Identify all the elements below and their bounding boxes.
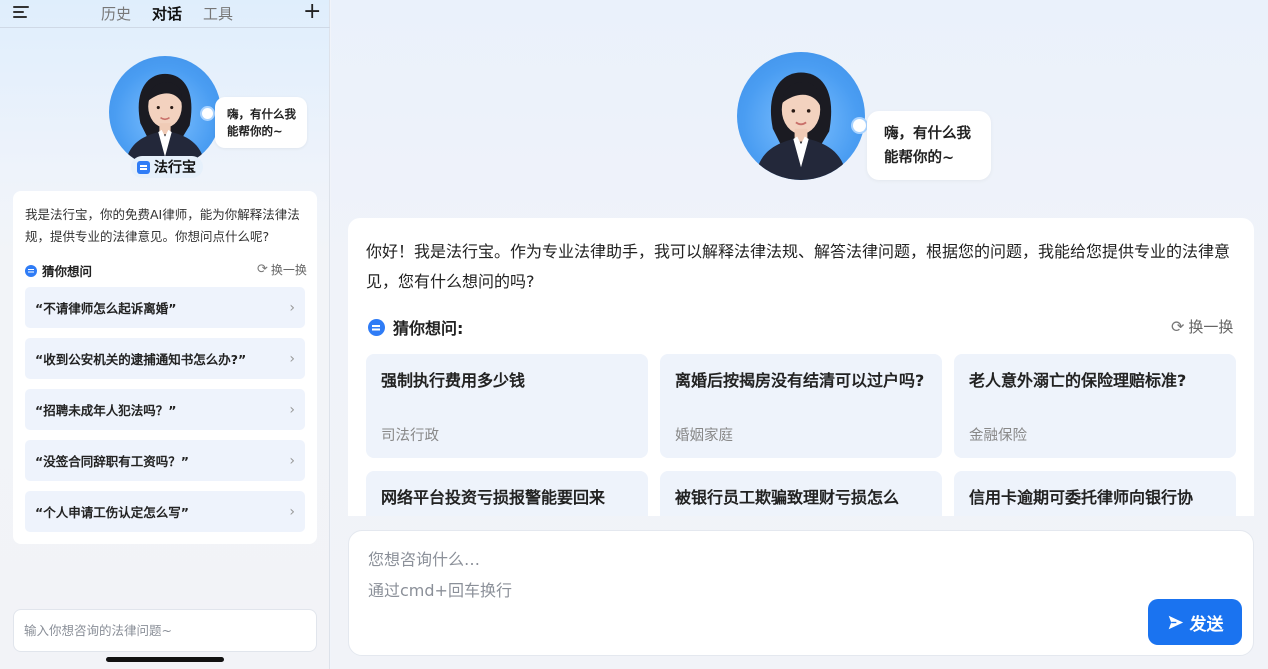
status-dot bbox=[202, 108, 213, 119]
chevron-right-icon: › bbox=[289, 401, 295, 418]
send-icon bbox=[1168, 615, 1183, 629]
new-chat-plus-icon[interactable]: + bbox=[303, 1, 321, 23]
list-item[interactable]: “个人申请工伤认定怎么写” › bbox=[25, 491, 305, 532]
question-card[interactable]: 被银行员工欺骗致理财亏损怎么 bbox=[660, 471, 942, 516]
suggestion-text: “收到公安机关的逮捕通知书怎么办?” bbox=[35, 352, 247, 367]
question-card[interactable]: 离婚后按揭房没有结清可以过户吗? 婚姻家庭 bbox=[660, 354, 942, 458]
suggestion-list: “不请律师怎么起诉离婚” › “收到公安机关的逮捕通知书怎么办?” › “招聘未… bbox=[25, 287, 305, 542]
brand-badge: 法行宝 bbox=[131, 156, 203, 178]
sidebar-topbar: 历史 对话 工具 + bbox=[0, 0, 330, 28]
avatar bbox=[737, 52, 865, 180]
main-panel: 嗨，有什么我能帮你的~ 你好！我是法行宝。作为专业法律助手，我可以解释法律法规、… bbox=[331, 0, 1268, 669]
question-title: 被银行员工欺骗致理财亏损怎么 bbox=[675, 488, 900, 507]
chevron-right-icon: › bbox=[289, 452, 295, 469]
list-item[interactable]: “招聘未成年人犯法吗？” › bbox=[25, 389, 305, 430]
guess-title: 猜你想问 bbox=[42, 264, 93, 279]
compose-placeholder[interactable]: 您想咨询什么… bbox=[368, 546, 480, 570]
brand-name: 法行宝 bbox=[154, 160, 196, 176]
tab-tools[interactable]: 工具 bbox=[203, 3, 233, 24]
sidebar-question-input[interactable] bbox=[13, 609, 317, 652]
refresh-label: 换一换 bbox=[270, 263, 307, 277]
question-title: 网络平台投资亏损报警能要回来 bbox=[381, 488, 606, 507]
question-category: 金融保险 bbox=[969, 428, 1027, 444]
sidebar-panel: 历史 对话 工具 + 嗨，有什么我能帮你的~ 法行宝 我是法行宝，你的免费AI律… bbox=[0, 0, 330, 669]
chevron-right-icon: › bbox=[289, 503, 295, 520]
list-item[interactable]: “不请律师怎么起诉离婚” › bbox=[25, 287, 305, 328]
chat-bubble-icon bbox=[25, 264, 37, 277]
lawyer-portrait-icon bbox=[754, 72, 848, 180]
refresh-icon: ⟳ bbox=[1171, 317, 1185, 336]
suggestion-text: “个人申请工伤认定怎么写” bbox=[35, 505, 189, 520]
question-card[interactable]: 强制执行费用多少钱 司法行政 bbox=[366, 354, 648, 458]
status-dot bbox=[853, 119, 866, 132]
home-indicator bbox=[106, 657, 224, 662]
question-title: 老人意外溺亡的保险理赔标准? bbox=[969, 371, 1187, 390]
question-category: 婚姻家庭 bbox=[675, 428, 733, 444]
chat-bubble-icon bbox=[368, 318, 385, 336]
list-item[interactable]: “收到公安机关的逮捕通知书怎么办?” › bbox=[25, 338, 305, 379]
tab-history[interactable]: 历史 bbox=[101, 3, 131, 24]
intro-card: 我是法行宝，你的免费AI律师，能为你解释法律法规，提供专业的法律意见。你想问点什… bbox=[13, 191, 317, 544]
guess-title: 猜你想问: bbox=[393, 319, 464, 338]
assistant-avatar-large bbox=[737, 52, 866, 180]
chevron-right-icon: › bbox=[289, 350, 295, 367]
guess-heading: 猜你想问 bbox=[25, 261, 92, 280]
tab-chat[interactable]: 对话 bbox=[152, 3, 182, 24]
question-category: 司法行政 bbox=[381, 428, 439, 444]
question-title: 信用卡逾期可委托律师向银行协 bbox=[969, 488, 1194, 507]
suggestion-text: “不请律师怎么起诉离婚” bbox=[35, 301, 177, 316]
greeting-bubble: 嗨，有什么我能帮你的~ bbox=[867, 111, 991, 180]
chat-card: 你好！我是法行宝。作为专业法律助手，我可以解释法律法规、解答法律问题，根据您的问… bbox=[348, 218, 1254, 516]
refresh-button[interactable]: ⟳ 换一换 bbox=[257, 261, 307, 278]
question-card[interactable]: 网络平台投资亏损报警能要回来 bbox=[366, 471, 648, 516]
menu-icon[interactable] bbox=[13, 5, 29, 19]
assistant-greeting: 你好！我是法行宝。作为专业法律助手，我可以解释法律法规、解答法律问题，根据您的问… bbox=[366, 242, 1231, 291]
refresh-icon: ⟳ bbox=[257, 262, 268, 277]
brand-logo-icon bbox=[137, 160, 150, 174]
assistant-avatar-small bbox=[109, 56, 221, 168]
question-title: 离婚后按揭房没有结清可以过户吗? bbox=[675, 371, 925, 390]
send-label: 发送 bbox=[1189, 614, 1224, 635]
send-button[interactable]: 发送 bbox=[1148, 599, 1242, 645]
suggestion-text: “招聘未成年人犯法吗？” bbox=[35, 403, 177, 418]
sidebar-tabs: 历史 对话 工具 bbox=[101, 3, 233, 24]
greeting-bubble: 嗨，有什么我能帮你的~ bbox=[215, 97, 307, 148]
question-title: 强制执行费用多少钱 bbox=[381, 371, 526, 390]
question-card[interactable]: 信用卡逾期可委托律师向银行协 bbox=[954, 471, 1236, 516]
question-card[interactable]: 老人意外溺亡的保险理赔标准? 金融保险 bbox=[954, 354, 1236, 458]
guess-heading: 猜你想问: bbox=[368, 315, 463, 339]
refresh-label: 换一换 bbox=[1188, 318, 1234, 336]
compose-box[interactable]: 您想咨询什么… 通过cmd+回车换行 发送 bbox=[348, 530, 1254, 656]
chevron-right-icon: › bbox=[289, 299, 295, 316]
suggestion-text: “没签合同辞职有工资吗？” bbox=[35, 454, 189, 469]
compose-hint: 通过cmd+回车换行 bbox=[368, 581, 512, 600]
list-item[interactable]: “没签合同辞职有工资吗？” › bbox=[25, 440, 305, 481]
intro-text: 我是法行宝，你的免费AI律师，能为你解释法律法规，提供专业的法律意见。你想问点什… bbox=[25, 207, 300, 244]
refresh-button[interactable]: ⟳ 换一换 bbox=[1171, 316, 1233, 337]
